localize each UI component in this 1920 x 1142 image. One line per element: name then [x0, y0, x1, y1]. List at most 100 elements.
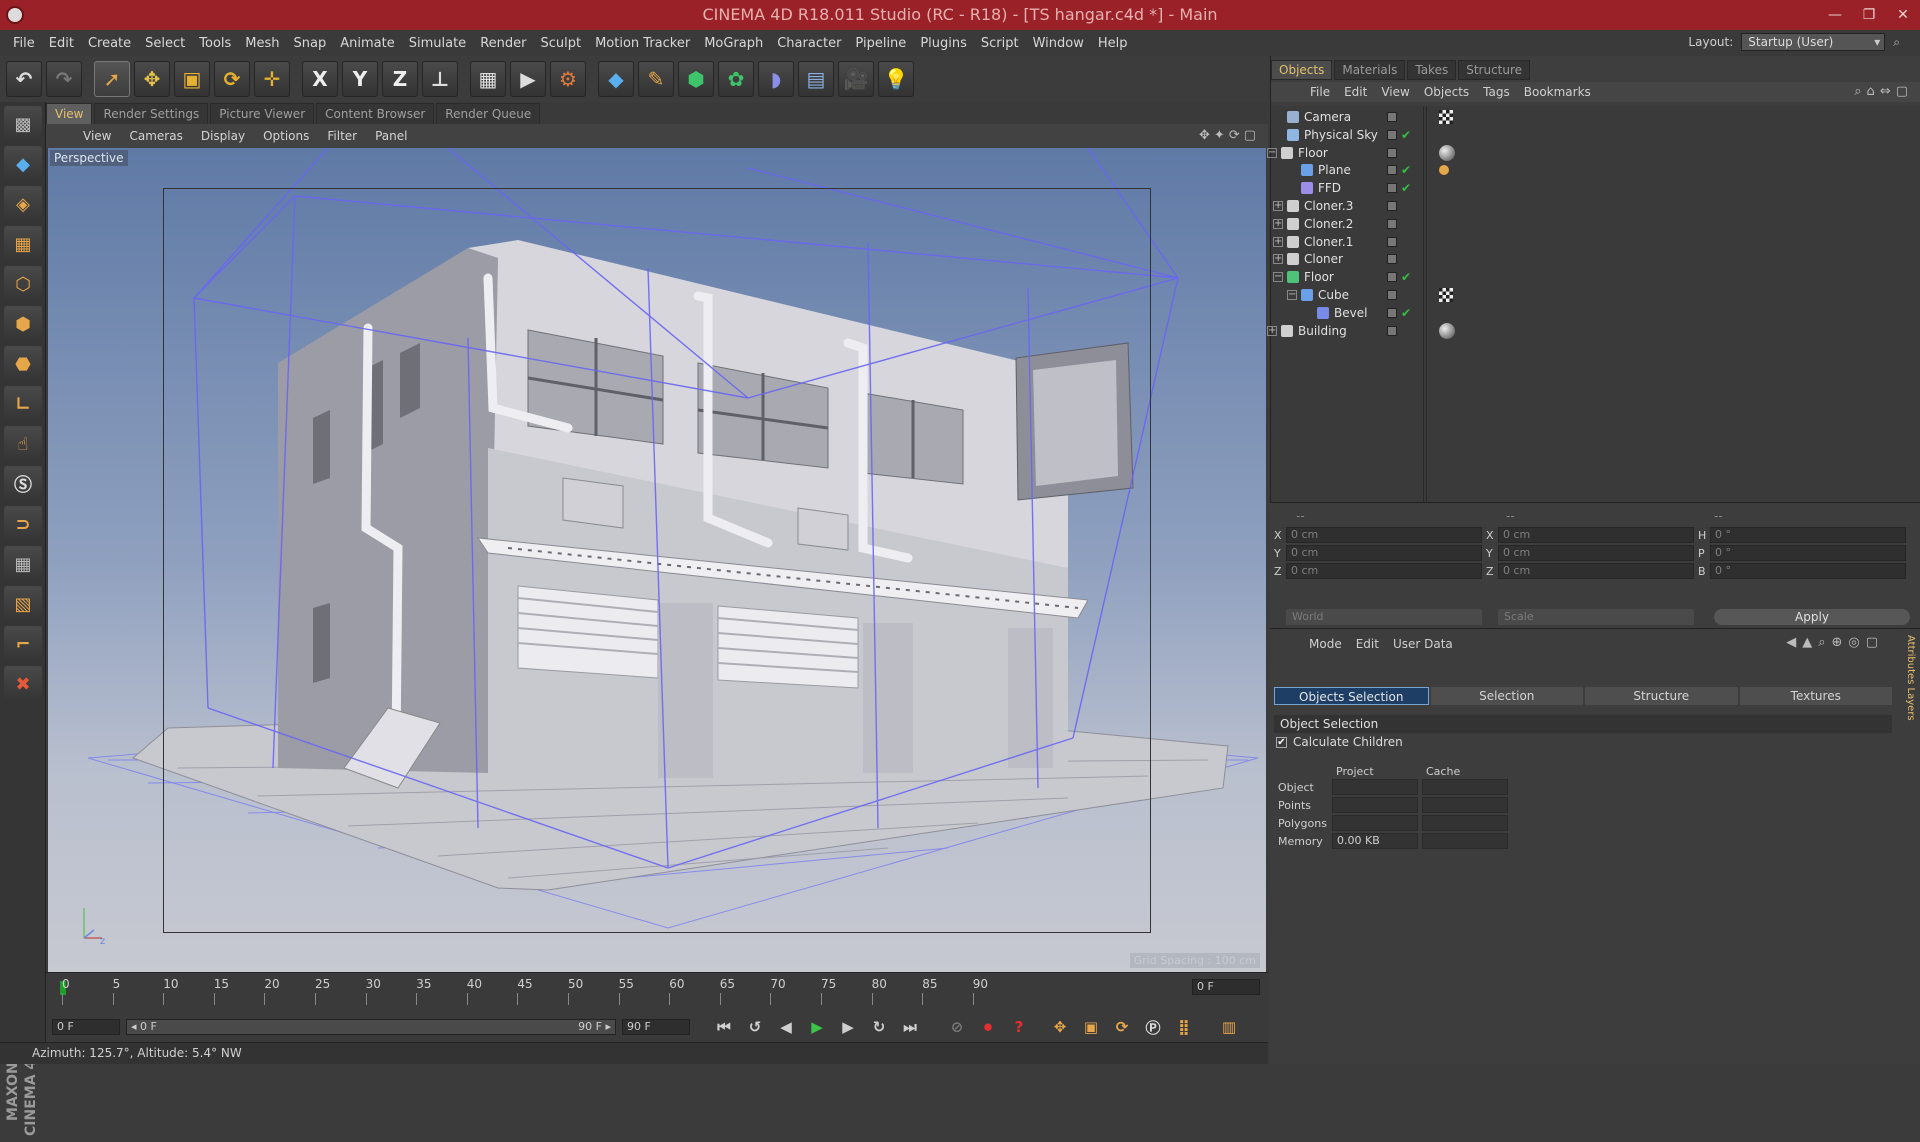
menu-mograph[interactable]: MoGraph	[697, 36, 770, 51]
menu-mesh[interactable]: Mesh	[238, 36, 286, 51]
coord-field[interactable]: 0 cm	[1498, 545, 1694, 561]
material-tag-icon[interactable]	[1439, 165, 1449, 176]
texture-mode-icon[interactable]: ◈	[4, 186, 42, 222]
menu-animate[interactable]: Animate	[333, 36, 401, 51]
world-coord-icon[interactable]: ⊥	[422, 61, 458, 97]
tab-picture-viewer[interactable]: Picture Viewer	[210, 103, 315, 124]
layer-visibility-icon[interactable]	[1387, 147, 1397, 158]
minimize-button[interactable]: —	[1818, 0, 1852, 30]
redo-icon[interactable]: ↷	[46, 61, 82, 97]
tab-structure[interactable]: Structure	[1585, 687, 1738, 705]
layer-visibility-icon[interactable]	[1387, 325, 1397, 336]
enabled-check-icon[interactable]: ✔	[1401, 181, 1411, 195]
camera-icon[interactable]: 🎥	[838, 61, 874, 97]
menu-pipeline[interactable]: Pipeline	[848, 36, 913, 51]
tab-materials[interactable]: Materials	[1334, 60, 1406, 80]
menu-render[interactable]: Render	[473, 36, 533, 51]
model-mode-icon[interactable]: ▩	[4, 106, 42, 142]
coord-field[interactable]: 0 °	[1710, 563, 1906, 579]
viewport-menu-view[interactable]: View	[74, 129, 120, 143]
play-icon[interactable]: ▶	[804, 1014, 830, 1040]
coord-field[interactable]: 0 cm	[1286, 545, 1482, 561]
viewport-menu-panel[interactable]: Panel	[366, 129, 416, 143]
select-icon[interactable]: ➚	[94, 61, 130, 97]
checkbox-check-icon[interactable]: ✔	[1276, 736, 1287, 748]
layer-visibility-icon[interactable]	[1387, 183, 1397, 194]
cloner-icon[interactable]: ✿	[718, 61, 754, 97]
next-frame-icon[interactable]: ▶	[835, 1014, 861, 1040]
expand-toggle-icon[interactable]: −	[1273, 272, 1283, 283]
tab-selection[interactable]: Selection	[1430, 687, 1583, 705]
tab-textures[interactable]: Textures	[1739, 687, 1892, 705]
3d-viewport[interactable]: z Perspective Grid Spacing : 100 cm	[48, 148, 1266, 972]
menu-edit[interactable]: Edit	[42, 36, 81, 51]
prev-frame-icon[interactable]: ◀	[773, 1014, 799, 1040]
pen-icon[interactable]: ✎	[638, 61, 674, 97]
visibility-controls[interactable]	[1387, 320, 1427, 342]
enabled-check-icon[interactable]: ✔	[1401, 270, 1411, 284]
maximize-button[interactable]: ❐	[1852, 0, 1886, 30]
layer-visibility-icon[interactable]	[1387, 236, 1397, 247]
menu-help[interactable]: Help	[1091, 36, 1135, 51]
tab-structure[interactable]: Structure	[1458, 60, 1531, 80]
points-mode-icon[interactable]: ⬡	[4, 266, 42, 302]
layout-dropdown[interactable]: Startup (User)	[1741, 33, 1886, 51]
menu-tools[interactable]: Tools	[192, 36, 238, 51]
rotate-icon[interactable]: ⟳	[214, 61, 250, 97]
axis-mode-icon[interactable]: ∟	[4, 386, 42, 422]
expand-toggle-icon[interactable]: +	[1273, 218, 1283, 229]
render-view-icon[interactable]: ▦	[470, 61, 506, 97]
menu-motion-tracker[interactable]: Motion Tracker	[588, 36, 697, 51]
workplane-icon[interactable]: ▦	[4, 226, 42, 262]
grid-snap-icon[interactable]: ▧	[4, 586, 42, 622]
cube-icon[interactable]: ◆	[598, 61, 634, 97]
goto-start-icon[interactable]: ⏮	[711, 1014, 737, 1040]
menu-sculpt[interactable]: Sculpt	[533, 36, 588, 51]
calculate-children-checkbox[interactable]: ✔ Calculate Children	[1276, 735, 1403, 749]
expand-toggle-icon[interactable]: −	[1267, 147, 1277, 158]
polygons-mode-icon[interactable]: ⬣	[4, 346, 42, 382]
key-param-icon[interactable]: Ⓟ	[1140, 1014, 1166, 1040]
record-icon[interactable]: ⏺	[975, 1014, 1001, 1040]
deformer-icon[interactable]: ◗	[758, 61, 794, 97]
x-axis-icon[interactable]: X	[302, 61, 338, 97]
autokey-icon[interactable]: ?	[1006, 1014, 1032, 1040]
undo-icon[interactable]: ↶	[6, 61, 42, 97]
menu-create[interactable]: Create	[81, 36, 138, 51]
viewport-menu-cameras[interactable]: Cameras	[120, 129, 191, 143]
menu-select[interactable]: Select	[138, 36, 192, 51]
object-manager-toolbar-icons[interactable]: ⌕⌂⇔▢	[1854, 84, 1913, 99]
menu-snap[interactable]: Snap	[287, 36, 334, 51]
enabled-check-icon[interactable]: ✔	[1401, 163, 1411, 177]
tab-render-settings[interactable]: Render Settings	[94, 103, 209, 124]
edges-mode-icon[interactable]: ⬢	[4, 306, 42, 342]
range-slider[interactable]: ◂ 0 F 90 F ▸	[126, 1019, 616, 1035]
subdivision-icon[interactable]: ⬢	[678, 61, 714, 97]
viewport-menu-display[interactable]: Display	[192, 129, 254, 143]
layer-visibility-icon[interactable]	[1387, 112, 1397, 122]
expand-toggle-icon[interactable]: +	[1273, 236, 1283, 247]
expand-toggle-icon[interactable]: +	[1273, 254, 1283, 265]
menu-character[interactable]: Character	[770, 36, 848, 51]
material-tag-icon[interactable]	[1439, 144, 1455, 161]
om-menu-edit[interactable]: Edit	[1337, 85, 1374, 99]
tab-objects-selection[interactable]: Objects Selection	[1274, 687, 1429, 705]
object-mode-icon[interactable]: ◆	[4, 146, 42, 182]
search-icon[interactable]: ⌕	[1893, 35, 1900, 50]
attribute-toolbar-icons[interactable]: ◀▲⌕⊕◎▢	[1786, 635, 1884, 650]
snap-icon[interactable]: Ⓢ	[4, 466, 42, 502]
layer-visibility-icon[interactable]	[1387, 165, 1397, 176]
coord-mode-dropdown[interactable]: Scale	[1498, 609, 1694, 625]
coord-system-dropdown[interactable]: World	[1286, 609, 1482, 625]
tab-view[interactable]: View	[46, 103, 93, 124]
timeline-window-icon[interactable]: ▥	[1216, 1014, 1242, 1040]
tab-content-browser[interactable]: Content Browser	[316, 103, 435, 124]
live-select-icon[interactable]: ✛	[254, 61, 290, 97]
key-position-icon[interactable]: ✥	[1047, 1014, 1073, 1040]
apply-button[interactable]: Apply	[1714, 609, 1910, 625]
layer-visibility-icon[interactable]	[1387, 201, 1397, 211]
floor-icon[interactable]: ▤	[798, 61, 834, 97]
record-disabled-icon[interactable]: ⊘	[944, 1014, 970, 1040]
current-frame-field[interactable]: 0 F	[1192, 979, 1260, 995]
menu-script[interactable]: Script	[974, 36, 1026, 51]
